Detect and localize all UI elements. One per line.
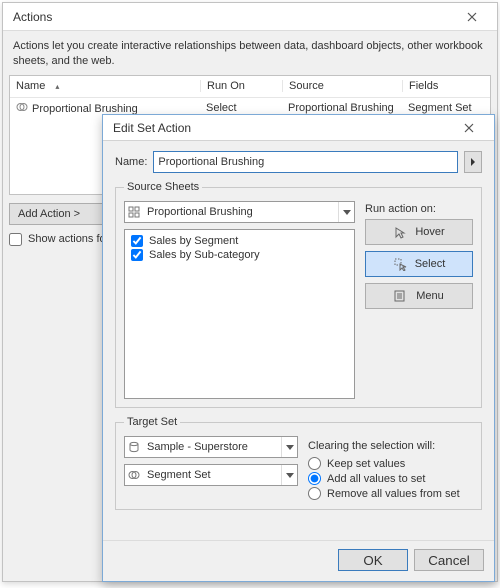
source-sheets-list[interactable]: Sales by Segment Sales by Sub-category (124, 229, 355, 399)
edit-set-action-dialog: Edit Set Action Name: Source Sheets Pr (102, 114, 495, 582)
name-more-button[interactable] (464, 151, 482, 173)
cancel-button[interactable]: Cancel (414, 549, 484, 571)
set-action-icon (16, 101, 28, 113)
target-datasource-combo[interactable]: Sample - Superstore (124, 436, 298, 458)
radio-remove[interactable]: Remove all values from set (308, 486, 473, 501)
actions-description: Actions let you create interactive relat… (3, 31, 497, 75)
col-runon[interactable]: Run On (200, 80, 282, 92)
edit-titlebar: Edit Set Action (103, 115, 494, 141)
dashboard-icon (125, 206, 143, 218)
col-name[interactable]: Name▴ (10, 80, 200, 92)
select-icon (393, 257, 407, 271)
col-source[interactable]: Source (282, 80, 402, 92)
col-fields[interactable]: Fields (402, 80, 490, 92)
source-dashboard-combo[interactable]: Proportional Brushing (124, 201, 355, 223)
actions-titlebar: Actions (3, 3, 497, 31)
actions-grid-header: Name▴ Run On Source Fields (10, 76, 490, 98)
name-label: Name: (115, 156, 147, 168)
radio-add[interactable]: Add all values to set (308, 471, 473, 486)
actions-title: Actions (13, 10, 52, 24)
name-input[interactable] (153, 151, 458, 173)
show-actions-input[interactable] (9, 233, 22, 246)
hover-icon (393, 225, 407, 239)
dialog-footer: OK Cancel (103, 540, 494, 581)
target-set-legend: Target Set (124, 416, 180, 428)
sort-asc-icon: ▴ (55, 82, 59, 91)
radio-keep[interactable]: Keep set values (308, 456, 473, 471)
datasource-icon (125, 441, 143, 453)
chevron-down-icon (281, 465, 297, 485)
sheet-checkbox[interactable] (131, 235, 143, 247)
target-set-combo[interactable]: Segment Set (124, 464, 298, 486)
source-sheets-legend: Source Sheets (124, 181, 202, 193)
menu-button[interactable]: Menu (365, 283, 473, 309)
close-icon[interactable] (452, 118, 486, 138)
select-button[interactable]: Select (365, 251, 473, 277)
sheet-checkbox[interactable] (131, 249, 143, 261)
set-icon (125, 469, 143, 481)
hover-button[interactable]: Hover (365, 219, 473, 245)
menu-icon (394, 289, 408, 303)
chevron-down-icon (338, 202, 354, 222)
list-item[interactable]: Sales by Segment (129, 234, 350, 248)
list-item[interactable]: Sales by Sub-category (129, 248, 350, 262)
run-action-label: Run action on: (365, 203, 473, 215)
edit-title: Edit Set Action (113, 121, 191, 135)
ok-button[interactable]: OK (338, 549, 408, 571)
close-icon[interactable] (455, 7, 489, 27)
clearing-label: Clearing the selection will: (308, 440, 473, 452)
target-set-fieldset: Target Set Sample - Superstore Segment S… (115, 416, 482, 510)
source-sheets-fieldset: Source Sheets Proportional Brushing Sale… (115, 181, 482, 408)
chevron-down-icon (281, 437, 297, 457)
